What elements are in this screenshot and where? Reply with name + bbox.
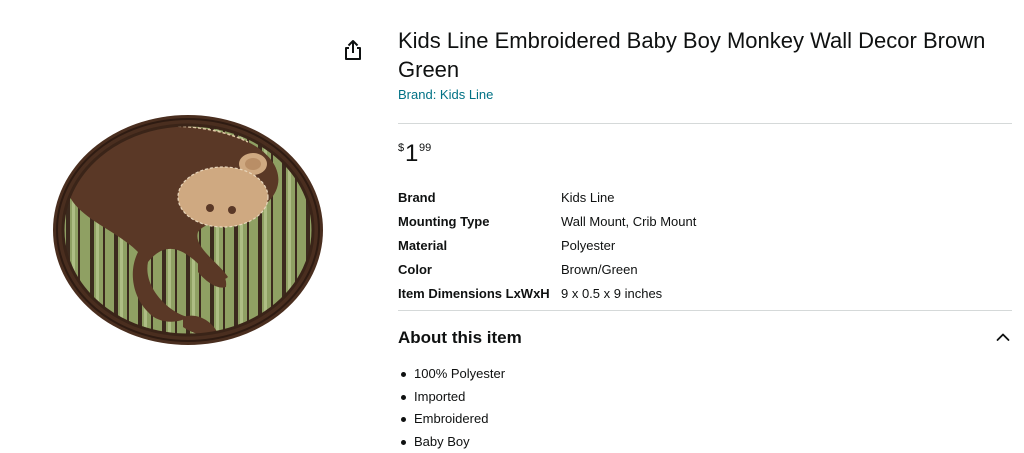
- price-whole: 1: [405, 140, 418, 168]
- spec-row: Material Polyester: [398, 233, 696, 257]
- spec-value: Polyester: [561, 233, 696, 257]
- spec-row: Color Brown/Green: [398, 257, 696, 281]
- chevron-up-icon[interactable]: [996, 332, 1010, 342]
- spec-row: Item Dimensions LxWxH 9 x 0.5 x 9 inches: [398, 281, 696, 305]
- spec-row: Brand Kids Line: [398, 185, 696, 209]
- spec-key: Brand: [398, 185, 561, 209]
- list-item: Imported: [398, 386, 1012, 409]
- product-info: Kids Line Embroidered Baby Boy Monkey Wa…: [398, 26, 1012, 453]
- spec-key: Item Dimensions LxWxH: [398, 281, 561, 305]
- about-title: About this item: [398, 328, 522, 348]
- brand-link[interactable]: Brand: Kids Line: [398, 87, 493, 102]
- image-pane: [0, 0, 390, 448]
- list-item: Baby Boy: [398, 431, 1012, 453]
- price-symbol: $: [398, 142, 404, 154]
- divider: [398, 123, 1012, 124]
- spec-value: 9 x 0.5 x 9 inches: [561, 281, 696, 305]
- price-fraction: 99: [419, 142, 431, 154]
- spec-key: Material: [398, 233, 561, 257]
- about-section-header[interactable]: About this item: [398, 311, 1012, 363]
- spec-value: Wall Mount, Crib Mount: [561, 209, 696, 233]
- share-icon[interactable]: [342, 38, 364, 62]
- product-title: Kids Line Embroidered Baby Boy Monkey Wa…: [398, 26, 1012, 84]
- price: $ 1 99: [398, 142, 1012, 168]
- about-bullets: 100% Polyester Imported Embroidered Baby…: [398, 363, 1012, 453]
- spec-row: Mounting Type Wall Mount, Crib Mount: [398, 209, 696, 233]
- product-image[interactable]: [48, 112, 328, 348]
- spec-key: Color: [398, 257, 561, 281]
- list-item: Embroidered: [398, 408, 1012, 431]
- spec-value: Kids Line: [561, 185, 696, 209]
- spec-value: Brown/Green: [561, 257, 696, 281]
- product-specs-table: Brand Kids Line Mounting Type Wall Mount…: [398, 185, 696, 305]
- spec-key: Mounting Type: [398, 209, 561, 233]
- list-item: 100% Polyester: [398, 363, 1012, 386]
